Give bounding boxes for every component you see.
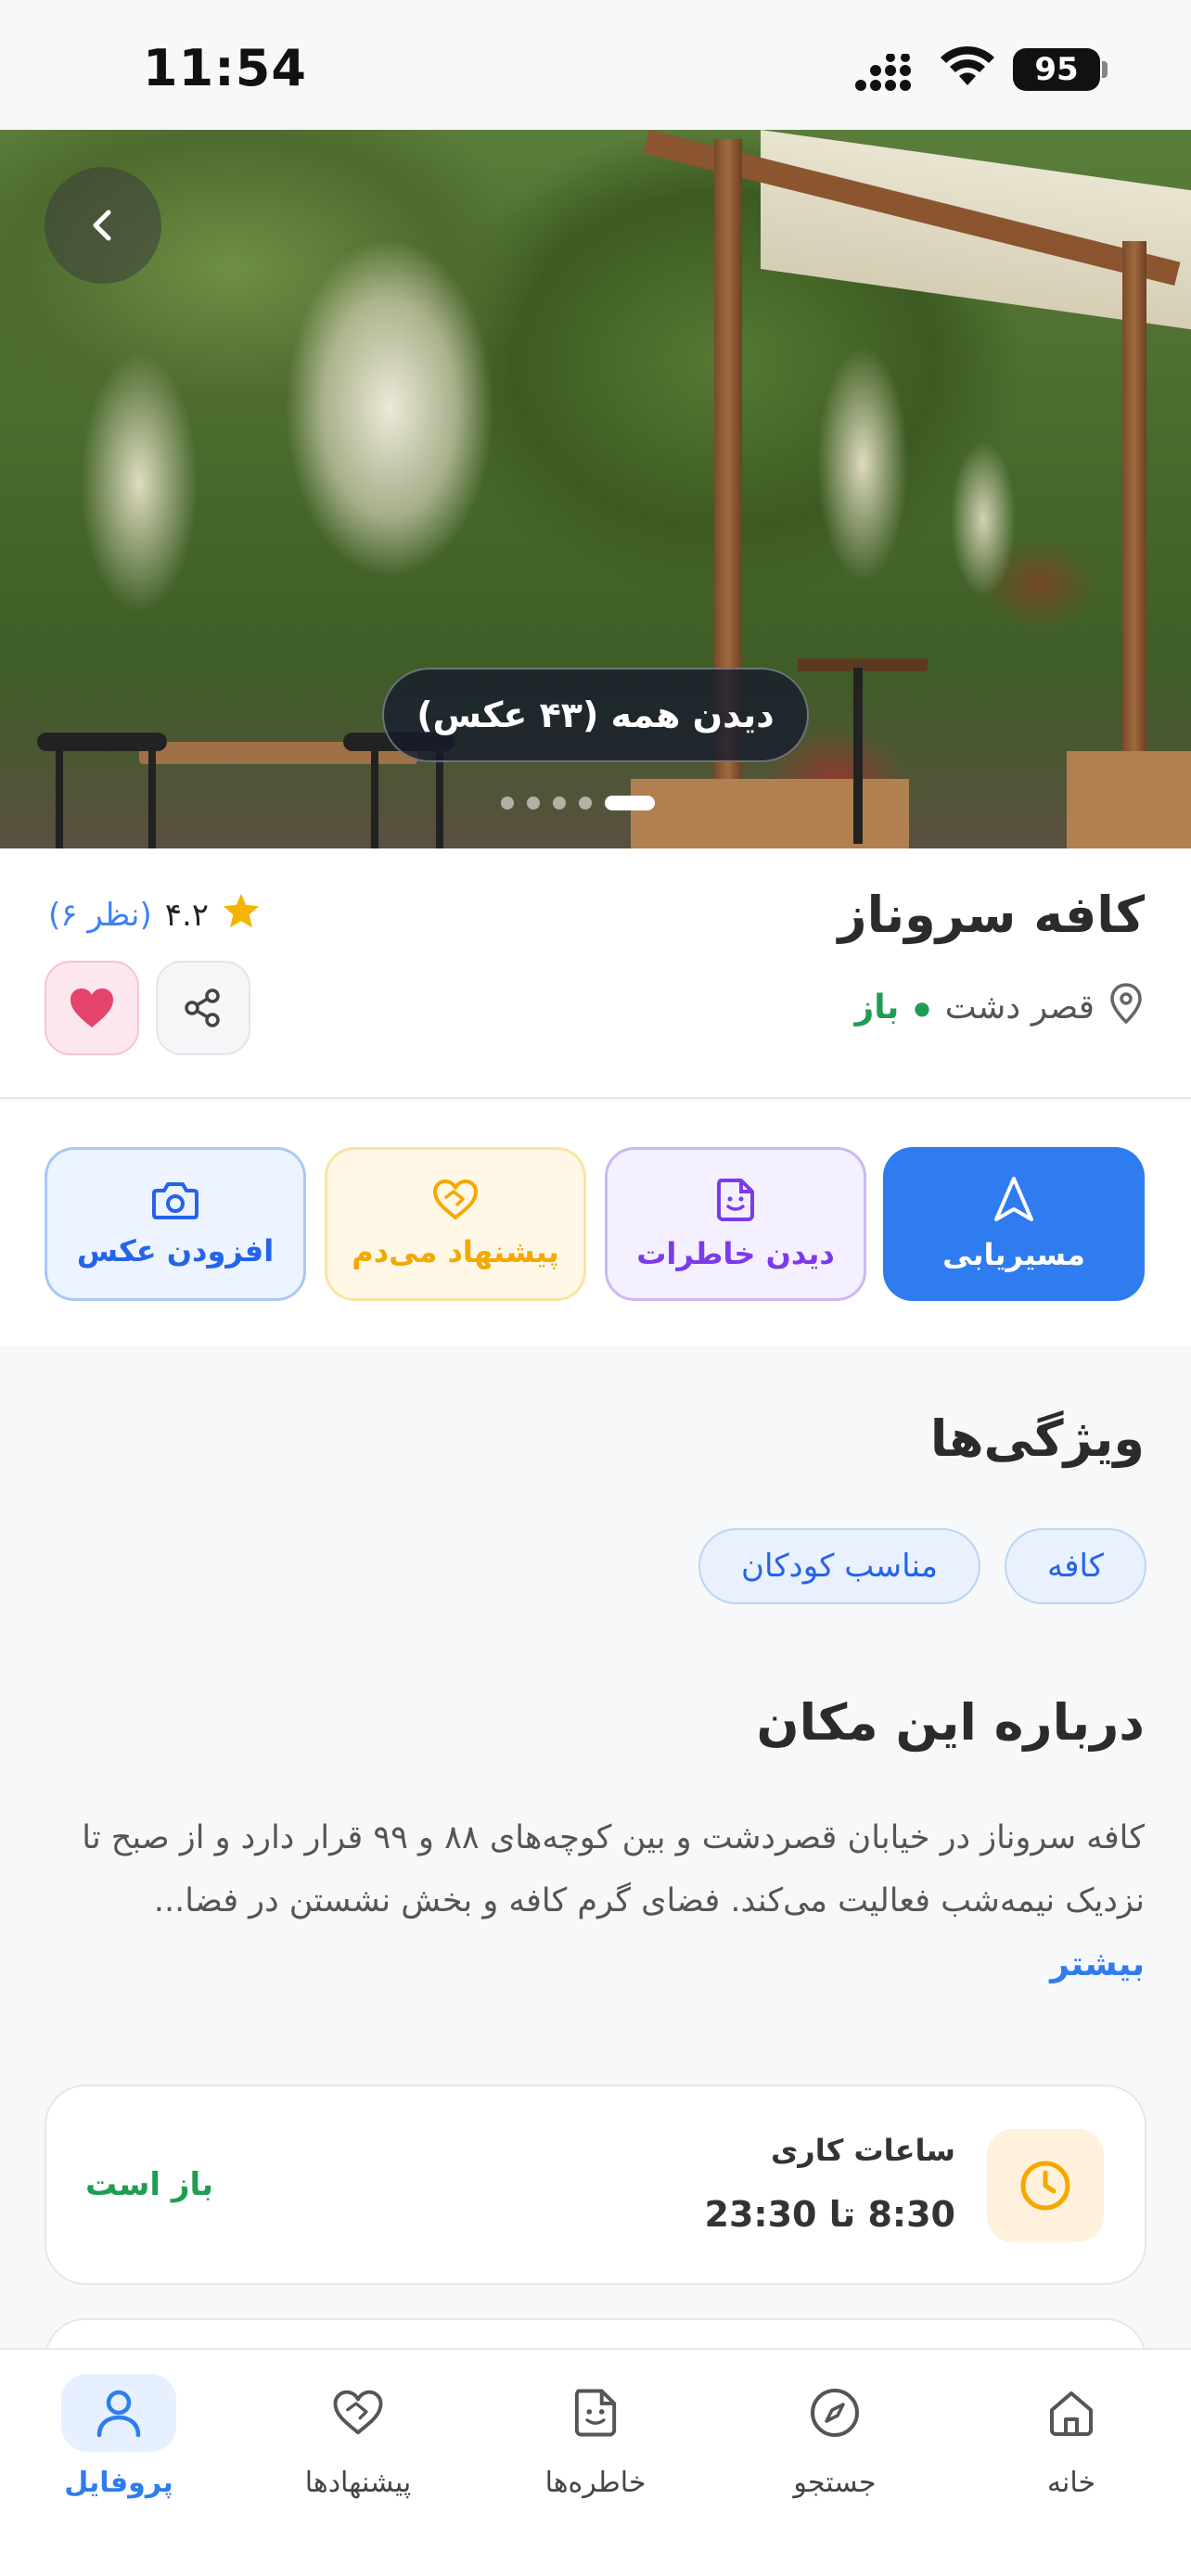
compass-icon — [811, 2389, 859, 2437]
battery-tip — [1102, 61, 1108, 78]
add-photo-button[interactable]: افزودن عکس — [45, 1147, 306, 1301]
nav-profile-icon-wrap — [61, 2374, 176, 2452]
hours-label: ساعات کاری — [770, 2133, 955, 2168]
hours-value: 8:30 تا 23:30 — [704, 2194, 956, 2235]
chair-leg — [853, 668, 863, 844]
about-title: درباره این مکان — [756, 1693, 1146, 1752]
carousel-dot[interactable] — [501, 797, 514, 810]
user-icon — [96, 2390, 141, 2438]
nav-home-label: خانه — [1046, 2467, 1096, 2499]
clock-icon — [1020, 2161, 1070, 2211]
heart-handshake-icon — [333, 2390, 383, 2435]
planter — [1067, 751, 1191, 848]
place-name: کافه سروناز — [838, 886, 1146, 944]
back-button[interactable] — [45, 167, 161, 284]
hours-open-status: باز است — [85, 2166, 214, 2203]
nav-suggestions-label: پیشنهادها — [304, 2467, 412, 2499]
chair-leg — [56, 742, 63, 848]
rating-value: ۴.۲ — [164, 896, 210, 934]
location-pin-icon — [1109, 983, 1143, 1032]
see-all-photos-button[interactable]: دیدن همه (۴۳ عکس) — [382, 668, 809, 762]
chair-leg — [371, 742, 378, 848]
suggest-button[interactable]: پیشنهاد می‌دم — [325, 1147, 586, 1301]
feature-tag[interactable]: کافه — [1004, 1528, 1146, 1604]
camera-icon — [152, 1182, 198, 1219]
heart-icon — [70, 988, 113, 1027]
nav-search[interactable]: جستجو — [733, 2374, 937, 2513]
wifi-icon — [939, 45, 996, 93]
share-icon — [185, 988, 220, 1027]
add-photo-label: افزودن عکس — [76, 1233, 275, 1269]
nav-memories[interactable]: خاطره‌ها — [493, 2374, 698, 2513]
status-separator: ● — [914, 996, 930, 1019]
chevron-left-icon — [93, 210, 111, 241]
route-label: مسیریابی — [942, 1237, 1085, 1272]
battery-indicator: 95 — [1013, 48, 1100, 91]
planter — [631, 779, 909, 848]
route-button[interactable]: مسیریابی — [883, 1147, 1145, 1301]
read-more-link[interactable]: بیشتر — [1050, 1945, 1145, 1983]
nav-search-icon-wrap — [777, 2374, 892, 2452]
home-icon — [1050, 2391, 1093, 2436]
carousel-dot[interactable] — [553, 797, 566, 810]
status-time: 11:54 — [143, 39, 307, 97]
feature-tags: کافه مناسب کودکان — [698, 1528, 1146, 1604]
nav-profile-label: پروفایل — [64, 2467, 173, 2499]
about-description: کافه سروناز در خیابان قصردشت و بین کوچه‌… — [82, 1819, 1145, 1919]
view-memories-label: دیدن خاطرات — [636, 1236, 835, 1271]
memory-note-icon — [717, 1179, 754, 1221]
carousel-dot-active[interactable] — [605, 796, 655, 810]
memory-note-icon — [574, 2389, 617, 2437]
nav-suggestions[interactable]: پیشنهادها — [256, 2374, 460, 2513]
table — [798, 658, 928, 671]
features-title: ویژگی‌ها — [929, 1409, 1145, 1468]
nav-profile[interactable]: پروفایل — [17, 2374, 221, 2513]
chair-leg — [148, 742, 156, 848]
favorite-button[interactable] — [45, 961, 139, 1055]
rating[interactable]: (۶ نظر) ۴.۲ — [48, 892, 261, 937]
location-text: قصر دشت — [944, 988, 1095, 1027]
nav-memories-icon-wrap — [538, 2374, 653, 2452]
nav-home[interactable]: خانه — [969, 2374, 1173, 2513]
open-status: باز — [854, 988, 900, 1027]
view-memories-button[interactable]: دیدن خاطرات — [605, 1147, 866, 1301]
pergola-post — [1122, 241, 1146, 835]
star-icon — [222, 892, 261, 937]
nav-search-label: جستجو — [793, 2467, 877, 2499]
review-count: (۶ نظر) — [48, 896, 152, 934]
navigation-arrow-icon — [994, 1177, 1033, 1221]
cellular-signal-icon — [855, 53, 920, 96]
location-row: قصر دشت ● باز — [855, 983, 1144, 1032]
nav-home-icon-wrap — [1014, 2374, 1129, 2452]
nav-suggestions-icon-wrap — [301, 2374, 416, 2452]
carousel-dots — [501, 793, 655, 813]
heart-handshake-icon — [433, 1180, 478, 1219]
clock-icon-box — [987, 2129, 1104, 2242]
share-button[interactable] — [156, 961, 250, 1055]
carousel-dot[interactable] — [527, 797, 540, 810]
feature-tag[interactable]: مناسب کودکان — [698, 1528, 980, 1604]
nav-memories-label: خاطره‌ها — [544, 2467, 647, 2499]
carousel-dot[interactable] — [579, 797, 592, 810]
suggest-label: پیشنهاد می‌دم — [352, 1234, 559, 1269]
